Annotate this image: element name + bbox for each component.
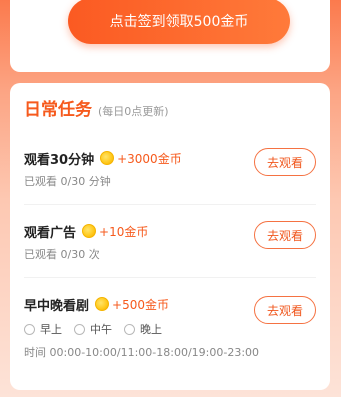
signin-button[interactable]: 点击签到领取500金币 <box>68 0 290 44</box>
watch-button[interactable]: 去观看 <box>254 221 316 249</box>
option-evening[interactable]: 晚上 <box>124 321 162 337</box>
card-header: 日常任务 (每日0点更新) <box>24 95 169 120</box>
task-reward: +10金币 <box>99 224 149 239</box>
divider <box>24 204 316 205</box>
option-morning[interactable]: 早上 <box>24 321 62 337</box>
option-label: 晚上 <box>140 323 162 336</box>
coin-icon <box>82 224 97 238</box>
task-watch-ads: 观看广告 +10金币 已观看 0/30 次 去观看 <box>24 221 316 262</box>
coin-icon <box>100 151 115 165</box>
watch-button[interactable]: 去观看 <box>254 148 316 176</box>
option-noon[interactable]: 中午 <box>74 321 112 337</box>
daily-task-card: 日常任务 (每日0点更新) 观看30分钟 +3000金币 已观看 0/30 分钟… <box>10 83 330 390</box>
task-reward: +500金币 <box>112 297 169 312</box>
option-label: 早上 <box>40 323 62 336</box>
divider <box>24 277 316 278</box>
card-title: 日常任务 <box>24 100 92 120</box>
signin-card: 点击签到领取500金币 <box>10 0 330 72</box>
time-range-text: 时间 00:00-10:00/11:00-18:00/19:00-23:00 <box>24 346 260 359</box>
radio-circle-icon <box>24 323 35 335</box>
task-morning-noon-evening: 早中晚看剧 +500金币 早上 中午 晚上 时间 00:00-10:00/11:… <box>24 294 316 360</box>
radio-circle-icon <box>74 323 85 335</box>
coin-icon <box>95 297 110 311</box>
task-name: 观看30分钟 <box>24 152 95 168</box>
card-subtitle: (每日0点更新) <box>98 105 169 118</box>
task-reward: +3000金币 <box>117 151 182 166</box>
option-label: 中午 <box>90 323 112 336</box>
task-name: 观看广告 <box>24 225 77 241</box>
radio-circle-icon <box>124 323 135 335</box>
task-watch-30min: 观看30分钟 +3000金币 已观看 0/30 分钟 去观看 <box>24 148 316 189</box>
task-name: 早中晚看剧 <box>24 298 90 314</box>
watch-button[interactable]: 去观看 <box>254 296 316 324</box>
